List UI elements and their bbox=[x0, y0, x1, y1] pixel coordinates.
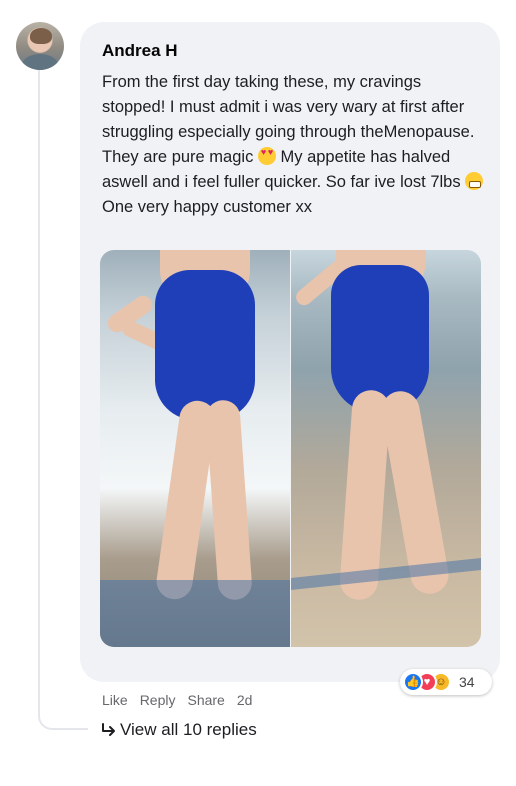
reactions-badge[interactable]: 👍 ♥ ☺ 34 bbox=[400, 669, 492, 695]
reply-arrow-icon bbox=[102, 723, 115, 736]
comment-actions: Like Reply Share 2d bbox=[102, 692, 252, 708]
grinning-emoji-icon bbox=[465, 172, 484, 190]
figure-leg bbox=[205, 399, 253, 601]
like-icon: 👍 bbox=[403, 672, 423, 692]
avatar-hair bbox=[30, 28, 52, 44]
water bbox=[100, 580, 290, 647]
avatar-shoulders bbox=[22, 54, 58, 70]
reply-button[interactable]: Reply bbox=[140, 692, 176, 708]
comment-text: From the first day taking these, my crav… bbox=[102, 70, 487, 220]
before-photo bbox=[100, 250, 290, 647]
comment-timestamp[interactable]: 2d bbox=[237, 692, 253, 708]
view-replies-link[interactable]: View all 10 replies bbox=[100, 720, 257, 740]
comment-author[interactable]: Andrea H bbox=[102, 41, 178, 61]
swimsuit bbox=[331, 265, 429, 413]
share-button[interactable]: Share bbox=[187, 692, 224, 708]
comment-text-part-3: One very happy customer xx bbox=[102, 198, 313, 216]
water bbox=[291, 558, 481, 590]
reaction-count: 34 bbox=[459, 674, 475, 690]
swimsuit bbox=[155, 270, 255, 420]
comment-photo[interactable] bbox=[100, 250, 481, 647]
view-replies-label: View all 10 replies bbox=[120, 720, 257, 739]
after-photo bbox=[291, 250, 481, 647]
heart-eyes-emoji-icon bbox=[257, 147, 276, 165]
avatar[interactable] bbox=[16, 22, 64, 70]
like-button[interactable]: Like bbox=[102, 692, 128, 708]
